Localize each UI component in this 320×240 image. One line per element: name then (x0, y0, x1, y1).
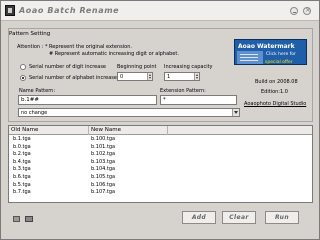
extension-pattern-label: Extension Pattern: (160, 88, 206, 94)
app-icon (5, 5, 15, 16)
name-pattern-input[interactable]: b.1## (18, 95, 157, 105)
settings-icon[interactable] (13, 216, 20, 222)
new-name-cell: b.104.tga (91, 166, 116, 173)
table-row[interactable]: b.5.tga b.106.tga (9, 182, 312, 189)
old-name-cell: b.4.tga (13, 158, 31, 165)
table-row[interactable]: b.4.tga b.103.tga (9, 159, 312, 166)
stepper-arrows-icon[interactable] (194, 73, 199, 80)
beginning-point-value: 0 (120, 74, 124, 80)
table-row[interactable]: b.2.tga b.102.tga (9, 151, 312, 158)
extension-pattern-input[interactable]: * (160, 95, 237, 105)
clear-button[interactable]: Clear (222, 211, 256, 224)
list-header: Old Name New Name (9, 126, 312, 135)
banner-title: Aoao Watermark (238, 43, 295, 50)
name-pattern-label: Name Pattern: (19, 88, 56, 94)
old-name-cell: b.6.tga (13, 174, 31, 180)
radio-digit-label: Serial number of digit increase (29, 64, 106, 70)
run-button[interactable]: Run (265, 211, 299, 224)
radio-digit-increase[interactable] (20, 64, 26, 70)
mail-icon[interactable] (25, 216, 33, 222)
file-list[interactable]: Old Name New Name b.1.tga b.100.tga b.0.tg… (8, 125, 313, 203)
new-name-cell: b.103.tga (91, 158, 116, 165)
banner-offer: special offer (265, 60, 293, 65)
company-link[interactable]: Aoaophoto Digital Studio (244, 101, 306, 107)
name-pattern-value: b.1## (21, 97, 39, 103)
old-name-cell: b.5.tga (13, 181, 31, 188)
old-name-cell: b.1.tga (13, 136, 31, 142)
table-row[interactable]: b.0.tga b.101.tga (9, 144, 312, 151)
close-button[interactable] (303, 6, 311, 15)
stepper-arrows-icon[interactable] (147, 73, 152, 80)
extension-pattern-value: * (163, 97, 166, 103)
banner-subtitle: Click here for (266, 52, 296, 57)
chevron-down-icon[interactable] (232, 109, 239, 116)
old-name-cell: b.0.tga (13, 143, 31, 150)
beginning-point-stepper[interactable]: 0 (117, 72, 153, 81)
add-button[interactable]: Add (182, 211, 216, 224)
table-row[interactable]: b.1.tga b.100.tga (9, 136, 312, 143)
old-name-cell: b.7.tga (13, 189, 31, 196)
new-name-cell: b.102.tga (91, 151, 116, 158)
beginning-point-label: Beginning point (117, 64, 157, 70)
new-name-cell: b.107.tga (91, 189, 116, 196)
increasing-capacity-stepper[interactable]: 1 (164, 72, 200, 81)
table-row[interactable]: b.3.tga b.104.tga (9, 166, 312, 173)
column-old-name[interactable]: Old Name (9, 126, 89, 135)
increasing-capacity-label: Increasing capacity (164, 64, 213, 70)
case-option-select[interactable]: no change (18, 108, 240, 117)
column-new-name[interactable]: New Name (89, 126, 168, 135)
pattern-setting-label: Pattern Setting (9, 31, 51, 37)
radio-alphabet-increase[interactable] (20, 75, 26, 81)
edition-text: Edition:1.0 (261, 89, 288, 95)
new-name-cell: b.105.tga (91, 174, 116, 180)
radio-alphabet-label: Serial number of alphabet increase (29, 75, 117, 81)
app-window: Aoao Batch Rename Pattern Setting Attent… (0, 0, 320, 240)
case-option-value: no change (21, 110, 48, 116)
title-bar[interactable]: Aoao Batch Rename (1, 1, 319, 21)
increasing-capacity-value: 1 (167, 74, 171, 80)
new-name-cell: b.101.tga (91, 143, 116, 150)
new-name-cell: b.100.tga (91, 136, 116, 142)
document-icon (237, 51, 263, 64)
old-name-cell: b.3.tga (13, 166, 31, 173)
attention-text: Attention : * Represent the original ext… (17, 44, 132, 50)
table-row[interactable]: b.7.tga b.107.tga (9, 189, 312, 196)
attention-text-2: # Represent automatic increasing digit o… (49, 51, 179, 57)
window-title: Aoao Batch Rename (19, 6, 120, 15)
new-name-cell: b.106.tga (91, 181, 116, 188)
old-name-cell: b.2.tga (13, 151, 31, 158)
watermark-banner[interactable]: Aoao Watermark Click here for special of… (234, 39, 307, 65)
table-row[interactable]: b.6.tga b.105.tga (9, 174, 312, 181)
build-text: Build on 2008.08 (255, 79, 298, 85)
minimize-button[interactable] (290, 7, 298, 15)
